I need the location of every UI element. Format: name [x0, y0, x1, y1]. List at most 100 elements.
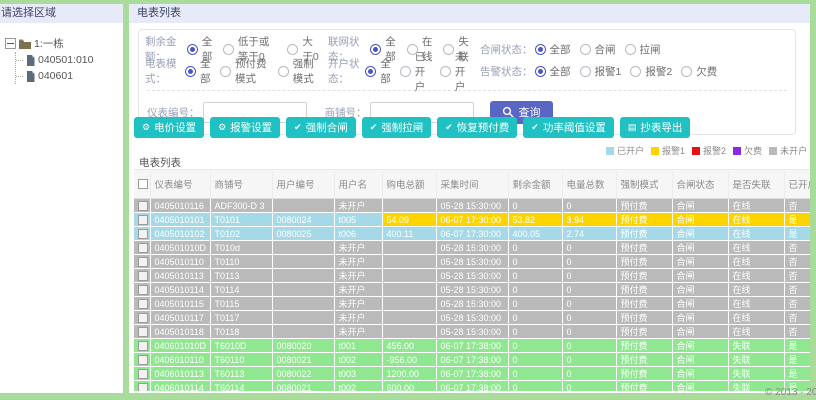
table-row[interactable]: 0406010110 T60110 0080021 t002 -956.00 06-07 …: [134, 352, 810, 367]
table-row[interactable]: 0405010117 T0117 未开户 05-28 15:30:00 0 0 预付费 合闸在…: [134, 310, 810, 325]
table-row[interactable]: 0406010114 T60114 0080021 t002 600.00 06-07 1…: [134, 380, 810, 391]
toolbar-button[interactable]: ▤ 抄表导出: [619, 117, 691, 138]
column-header: 是否失联: [728, 169, 785, 199]
table-row[interactable]: 0405010101 T0101 0080024 t005 54.09 06-07 17:…: [134, 212, 810, 227]
radio-icon[interactable]: [681, 65, 693, 77]
radio-selected-icon[interactable]: [534, 43, 546, 55]
radio-icon[interactable]: [439, 65, 451, 77]
filter-group: 电表模式： 全部 预付费模式 强制模式: [145, 56, 328, 86]
table-row[interactable]: 0405010118 T0118 未开户 05-28 15:30:00 0 0 预付费 合闸在…: [134, 324, 810, 339]
radio-option-label: 报警2: [645, 65, 673, 78]
table-row[interactable]: 040601010D T6010D 0080020 t001 456.00 06-07 1…: [134, 338, 810, 353]
row-checkbox[interactable]: [138, 326, 148, 337]
radio-icon[interactable]: [222, 43, 234, 55]
radio-option[interactable]: 全部: [184, 56, 211, 86]
radio-selected-icon[interactable]: [370, 43, 382, 55]
radio-icon[interactable]: [443, 43, 455, 55]
radio-option[interactable]: 预付费模式: [219, 56, 269, 86]
radio-option[interactable]: 未开户: [439, 49, 471, 94]
table-cell: 预付费: [616, 212, 673, 227]
table-cell: T0101: [210, 212, 273, 227]
radio-option[interactable]: 报警1: [579, 64, 621, 79]
table-row[interactable]: 0406010113 T60113 0080022 t003 1200.00 06-07 …: [134, 366, 810, 381]
toolbar-button[interactable]: ⚙ 电价设置: [134, 117, 205, 138]
row-checkbox[interactable]: [138, 214, 148, 225]
doc-icon: ▤: [627, 122, 637, 132]
table-row[interactable]: 0405010102 T0102 0080025 t006 400.11 06-07 17…: [134, 226, 810, 241]
radio-option[interactable]: 拉闸: [624, 42, 661, 57]
table-cell: 是: [784, 226, 810, 241]
row-checkbox[interactable]: [138, 298, 148, 309]
tree-node[interactable]: 040601: [16, 68, 121, 84]
radio-option[interactable]: 强制模式: [277, 56, 319, 86]
tree-node[interactable]: 040501:010: [16, 52, 121, 68]
table-cell: 未开户: [334, 198, 383, 213]
table-row[interactable]: 0405010116 ADF300-D 3 未开户 05-28 15:30:00 0 0 预…: [134, 198, 810, 213]
table-cell: 未开户: [334, 310, 383, 325]
toolbar-button[interactable]: ⚙ 报警设置: [210, 117, 281, 138]
table-cell: 是: [784, 366, 810, 381]
radio-icon[interactable]: [630, 65, 642, 77]
collapse-icon[interactable]: [5, 38, 16, 49]
row-checkbox[interactable]: [138, 340, 148, 351]
radio-selected-icon[interactable]: [186, 43, 198, 55]
table-cell: 0: [508, 254, 563, 269]
radio-option-label: 预付费模式: [234, 58, 267, 85]
row-checkbox[interactable]: [138, 270, 148, 281]
row-checkbox[interactable]: [138, 368, 148, 379]
table-cell: 2.74: [562, 226, 617, 241]
radio-option[interactable]: 报警2: [630, 64, 672, 79]
table-row[interactable]: 040501010D T010d 未开户 05-28 15:30:00 0 0 预付费 合闸在…: [134, 240, 810, 255]
table-row[interactable]: 0405010115 T0115 未开户 05-28 15:30:00 0 0 预付费 合闸在…: [134, 296, 810, 311]
toolbar-button[interactable]: ✔ 功率阈值设置: [523, 117, 614, 138]
table-cell: 05-28 15:30:00: [436, 282, 509, 297]
region-tree: 1:一栋 040501:010 040601: [0, 23, 123, 84]
radio-option[interactable]: 全部: [365, 56, 391, 86]
table-row[interactable]: 0405010110 T0110 未开户 05-28 15:30:00 0 0 预付费 合闸在…: [134, 254, 810, 269]
file-icon: [26, 70, 35, 82]
toolbar-button[interactable]: ✔ 强制合闸: [286, 117, 356, 138]
row-checkbox[interactable]: [138, 312, 148, 323]
table-cell: T0118: [210, 324, 273, 339]
row-checkbox[interactable]: [138, 228, 148, 239]
table-row[interactable]: 0405010114 T0114 未开户 05-28 15:30:00 0 0 预付费 合闸在…: [134, 282, 810, 297]
radio-selected-icon[interactable]: [184, 65, 196, 77]
toolbar-button[interactable]: ✔ 强制拉闸: [361, 117, 432, 138]
radio-icon[interactable]: [406, 43, 418, 55]
radio-icon[interactable]: [287, 43, 299, 55]
table-row[interactable]: 0405010113 T0113 未开户 05-28 15:30:00 0 0 预付费 合闸在…: [134, 268, 810, 283]
row-checkbox[interactable]: [138, 242, 148, 253]
row-checkbox[interactable]: [138, 354, 148, 365]
table-cell: 0: [562, 366, 617, 381]
radio-option[interactable]: 欠费: [681, 64, 717, 79]
radio-icon[interactable]: [399, 65, 411, 77]
table-cell: T0113: [210, 268, 273, 283]
radio-icon[interactable]: [624, 43, 636, 55]
radio-selected-icon[interactable]: [534, 65, 546, 77]
radio-option[interactable]: 全部: [534, 42, 571, 57]
radio-selected-icon[interactable]: [365, 65, 377, 77]
radio-icon[interactable]: [579, 43, 591, 55]
toolbar-button[interactable]: ✔ 恢复预付费: [437, 117, 518, 138]
table-cell: 0: [562, 352, 617, 367]
checkbox-cell: [134, 268, 151, 283]
tree-root-node[interactable]: 1:一栋: [5, 36, 121, 51]
row-checkbox[interactable]: [138, 382, 148, 391]
table-cell: 0: [562, 296, 617, 311]
radio-option[interactable]: 合闸: [579, 42, 616, 57]
table-cell: T6010D: [210, 338, 273, 353]
column-header: 采集时间: [436, 169, 509, 199]
radio-icon[interactable]: [579, 65, 591, 77]
table-cell: 0405010118: [150, 324, 211, 339]
row-checkbox[interactable]: [138, 256, 148, 267]
radio-icon[interactable]: [219, 65, 231, 77]
radio-option[interactable]: 已开户: [399, 49, 431, 94]
radio-option-label: 全部: [380, 58, 391, 85]
radio-option[interactable]: 全部: [534, 64, 571, 79]
select-all-checkbox[interactable]: [138, 178, 148, 189]
table-cell: 未开户: [334, 296, 383, 311]
row-checkbox[interactable]: [138, 200, 148, 211]
row-checkbox[interactable]: [138, 284, 148, 295]
radio-icon[interactable]: [277, 65, 289, 77]
meter-table-wrap: 仪表编号 商铺号 用户编号 用户名 购电总额 采集时间 剩余金额 电量总数 强制模式 合闸状态 是否…: [134, 169, 810, 391]
